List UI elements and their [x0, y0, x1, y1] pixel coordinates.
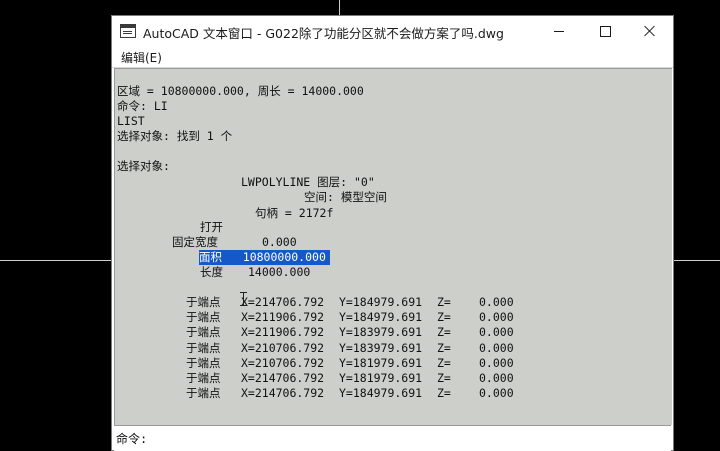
- vertex-y: Y=183979.691: [339, 325, 423, 340]
- vertex-y: Y=181979.691: [339, 355, 423, 370]
- text-window-icon: [120, 24, 136, 38]
- vertex-z-label: Z=: [437, 355, 451, 370]
- close-button[interactable]: [627, 16, 673, 46]
- vertex-label: 于端点: [186, 355, 221, 370]
- line-open: 打开: [200, 220, 223, 234]
- vertex-label: 于端点: [186, 340, 221, 355]
- vertex-label: 于端点: [186, 295, 221, 309]
- vertex-x: X=211906.792: [241, 325, 325, 340]
- line-list: LIST: [117, 114, 145, 128]
- vertex-z-label: Z=: [437, 310, 451, 325]
- vertex-z: 0.000: [479, 295, 514, 309]
- menu-bar: 编辑(E): [112, 46, 673, 68]
- const-width-value: 0.000: [262, 235, 297, 249]
- vertex-y: Y=184979.691: [339, 386, 423, 401]
- vertex-z-label: Z=: [437, 371, 451, 385]
- line-select-found: 选择对象: 找到 1 个: [117, 129, 233, 143]
- vertex-z: 0.000: [479, 325, 514, 340]
- vertex-y: Y=184979.691: [339, 310, 423, 325]
- maximize-button[interactable]: [582, 16, 628, 46]
- vertex-x: X=210706.792: [241, 340, 325, 355]
- selected-area-text[interactable]: 面积 10800000.000: [199, 250, 330, 265]
- command-prompt-label: 命令:: [116, 432, 148, 446]
- vertex-z-label: Z=: [437, 340, 451, 355]
- vertex-z-label: Z=: [437, 386, 451, 401]
- vertex-y: Y=181979.691: [339, 371, 423, 385]
- line-handle: 句柄 = 2172f: [255, 206, 334, 220]
- vertex-x: X=214706.792: [241, 295, 325, 309]
- vertex-x: X=211906.792: [241, 310, 325, 325]
- vertex-x: X=210706.792: [241, 355, 325, 370]
- minimize-button[interactable]: [536, 16, 582, 46]
- text-history-area[interactable]: 区域 = 10800000.000, 周长 = 14000.000 命令: LI…: [114, 68, 672, 425]
- vertex-label: 于端点: [186, 371, 221, 385]
- vertex-y: Y=183979.691: [339, 340, 423, 355]
- line-command-li: 命令: LI: [117, 99, 168, 113]
- vertex-z: 0.000: [479, 340, 514, 355]
- vertex-label: 于端点: [186, 325, 221, 340]
- minimize-icon: [554, 31, 564, 32]
- area-label: 面积: [199, 250, 222, 264]
- vertex-z: 0.000: [479, 386, 514, 401]
- vertex-label: 于端点: [186, 386, 221, 401]
- menu-edit[interactable]: 编辑(E): [121, 49, 162, 66]
- title-bar[interactable]: AutoCAD 文本窗口 - G022除了功能分区就不会做方案了吗.dwg: [112, 16, 673, 46]
- length-value: 14000.000: [248, 265, 311, 279]
- vertex-z: 0.000: [479, 310, 514, 325]
- window-title: AutoCAD 文本窗口 - G022除了功能分区就不会做方案了吗.dwg: [143, 26, 504, 41]
- command-line: 命令:: [114, 425, 671, 451]
- const-width-label: 固定宽度: [172, 235, 218, 249]
- vertex-x: X=214706.792: [241, 386, 325, 401]
- vertex-y: Y=184979.691: [339, 295, 423, 309]
- vertex-x: X=214706.792: [241, 371, 325, 385]
- close-icon: [644, 25, 656, 37]
- line-select-objects: 选择对象:: [117, 159, 170, 173]
- command-input[interactable]: [154, 428, 664, 446]
- vertex-z: 0.000: [479, 371, 514, 385]
- autocad-text-window: AutoCAD 文本窗口 - G022除了功能分区就不会做方案了吗.dwg 编辑…: [112, 16, 673, 451]
- area-value: 10800000.000: [242, 250, 326, 264]
- vertex-label: 于端点: [186, 310, 221, 325]
- ibeam-cursor-icon: [240, 292, 248, 306]
- line-lwpolyline-layer: LWPOLYLINE 图层: "0": [241, 175, 375, 189]
- length-label: 长度: [200, 265, 223, 279]
- line-space: 空间: 模型空间: [304, 190, 387, 204]
- vertex-z-label: Z=: [437, 295, 451, 309]
- vertex-z: 0.000: [479, 355, 514, 370]
- line-area-perimeter: 区域 = 10800000.000, 周长 = 14000.000: [117, 84, 364, 98]
- vertex-z-label: Z=: [437, 325, 451, 340]
- maximize-icon: [600, 26, 611, 37]
